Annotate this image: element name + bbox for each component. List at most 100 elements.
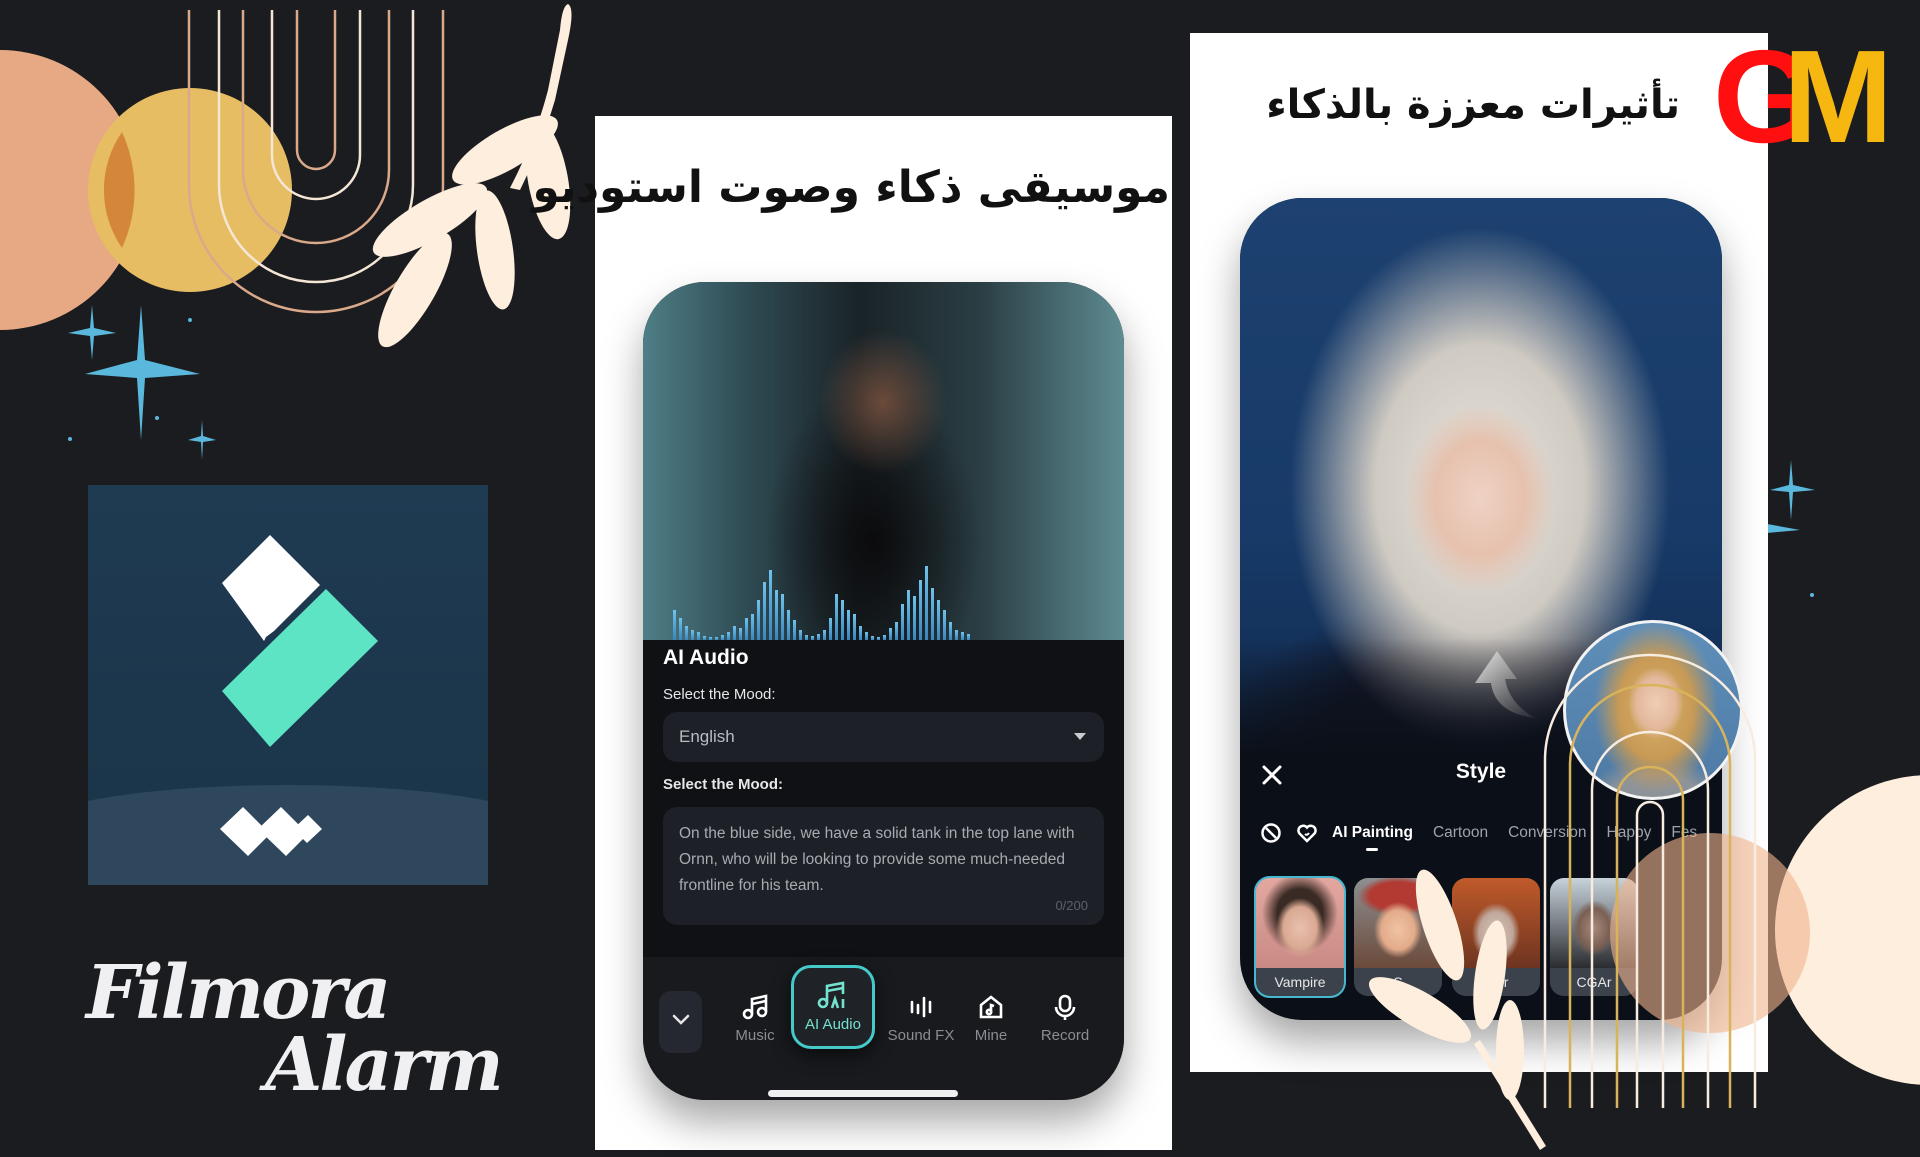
- waveform-bar: [775, 590, 778, 640]
- singer-hero-image: [643, 282, 1124, 640]
- style-tab-ai-painting[interactable]: AI Painting: [1332, 824, 1413, 851]
- filmora-logo-icon: [220, 535, 378, 856]
- waveform-bar: [715, 637, 718, 640]
- waveform-bar: [931, 588, 934, 640]
- tab-sound-fx[interactable]: Sound FX: [881, 987, 961, 1059]
- style-thumbnails: Vampire S urer CGAr: [1254, 876, 1638, 998]
- waveform-bar: [733, 626, 736, 640]
- character-counter: 0/200: [1055, 898, 1088, 913]
- waveform-bar: [829, 618, 832, 640]
- sound-wave-icon: [910, 996, 932, 1018]
- waveform-bar: [811, 636, 814, 640]
- waveform-bar: [901, 604, 904, 640]
- waveform-bar: [853, 614, 856, 640]
- language-select-value: English: [679, 727, 735, 746]
- music-note-icon: [742, 994, 768, 1020]
- waveform-bar: [805, 635, 808, 640]
- waveform-bar: [919, 580, 922, 640]
- ai-audio-title: AI Audio: [663, 646, 749, 669]
- style-thumb-cgart[interactable]: CGAr: [1550, 878, 1638, 996]
- original-portrait-avatar: [1563, 620, 1743, 800]
- language-select[interactable]: English: [663, 712, 1104, 762]
- brand-title-line2: Alarm: [265, 1022, 504, 1108]
- yellow-circle-decoration: [88, 88, 292, 292]
- waveform-bar: [883, 635, 886, 640]
- style-thumb-sorcerer[interactable]: urer: [1452, 878, 1540, 996]
- waveform-bar: [943, 610, 946, 640]
- gm-logo-m: M: [1783, 23, 1893, 170]
- waveform-bar: [877, 637, 880, 640]
- waveform-bar: [739, 628, 742, 640]
- waveform-bar: [937, 600, 940, 640]
- script-text: On the blue side, we have a solid tank i…: [679, 825, 1075, 894]
- tab-music[interactable]: Music: [715, 987, 795, 1059]
- waveform-bar: [703, 636, 706, 640]
- waveform-bar: [889, 628, 892, 640]
- waveform-bar: [769, 570, 772, 640]
- microphone-icon: [1054, 994, 1076, 1020]
- script-text-area[interactable]: On the blue side, we have a solid tank i…: [663, 807, 1104, 925]
- waveform-bar: [955, 630, 958, 640]
- effects-card-title: تأثيرات معززة بالذكاء: [1266, 82, 1680, 128]
- mood-label: Select the Mood:: [663, 686, 776, 703]
- waveform-bar: [871, 636, 874, 640]
- waveform-bar: [907, 590, 910, 640]
- waveform-bar: [841, 600, 844, 640]
- style-tab-cartoon[interactable]: Cartoon: [1433, 824, 1488, 842]
- waveform-bar: [721, 635, 724, 640]
- style-thumb-santa[interactable]: S: [1354, 878, 1442, 996]
- arch-lines-decoration: [187, 10, 445, 314]
- tab-record[interactable]: Record: [1025, 987, 1105, 1059]
- cream-circle-decoration: [1775, 775, 1920, 1085]
- style-phone-mockup: Style AI Painting Cartoon Conversion Hap…: [1240, 198, 1722, 1020]
- waveform-bar: [709, 637, 712, 640]
- tab-ai-audio[interactable]: AI Audio: [791, 965, 875, 1049]
- waveform-bar: [793, 620, 796, 640]
- waveform-bar: [697, 632, 700, 640]
- sparkle-stars-decoration: [68, 305, 216, 460]
- waveform-bar: [949, 622, 952, 640]
- waveform-bar: [967, 634, 970, 640]
- waveform-bar: [745, 618, 748, 640]
- style-tab-festival[interactable]: Fes: [1671, 824, 1697, 842]
- waveform-bar: [727, 632, 730, 640]
- style-tab-happy[interactable]: Happy: [1607, 824, 1652, 842]
- audio-bottom-toolbar: Music AI Audio Sound FX Mine Record: [643, 957, 1124, 1100]
- style-category-tabs: AI Painting Cartoon Conversion Happy Fes: [1260, 818, 1717, 851]
- curved-arrow-icon: [1475, 651, 1535, 718]
- waveform-bar: [751, 614, 754, 640]
- waveform-bar: [835, 594, 838, 640]
- home-indicator: [768, 1090, 958, 1097]
- audio-card-title: موسيقى ذكاء وصوت استوديو: [532, 162, 1170, 213]
- peach-circle-decoration: [0, 50, 140, 330]
- waveform-bar: [799, 630, 802, 640]
- filmora-app-icon: [88, 485, 488, 885]
- waveform-bar: [859, 626, 862, 640]
- style-thumb-vampire[interactable]: Vampire: [1254, 876, 1346, 998]
- waveform-bar: [685, 626, 688, 640]
- favorites-heart-icon[interactable]: [1296, 822, 1318, 844]
- no-effect-icon[interactable]: [1260, 822, 1282, 844]
- mood-label-2: Select the Mood:: [663, 776, 784, 793]
- collapse-button[interactable]: [659, 991, 702, 1053]
- tab-mine[interactable]: Mine: [951, 987, 1031, 1059]
- audio-waveform: [673, 550, 1093, 640]
- waveform-bar: [823, 630, 826, 640]
- chevron-down-icon: [672, 1014, 690, 1025]
- waveform-bar: [961, 632, 964, 640]
- waveform-bar: [673, 610, 676, 640]
- wondershare-logo-icon: [220, 807, 322, 856]
- waveform-bar: [781, 594, 784, 640]
- style-tab-conversion[interactable]: Conversion: [1508, 824, 1586, 842]
- waveform-bar: [913, 596, 916, 640]
- waveform-bar: [679, 618, 682, 640]
- waveform-bar: [865, 632, 868, 640]
- home-music-icon: [979, 995, 1003, 1019]
- waveform-bar: [691, 630, 694, 640]
- waveform-bar: [925, 566, 928, 640]
- waveform-bar: [817, 634, 820, 640]
- waveform-bar: [787, 610, 790, 640]
- waveform-bar: [847, 610, 850, 640]
- waveform-bar: [763, 582, 766, 640]
- ai-music-icon: [817, 981, 845, 1009]
